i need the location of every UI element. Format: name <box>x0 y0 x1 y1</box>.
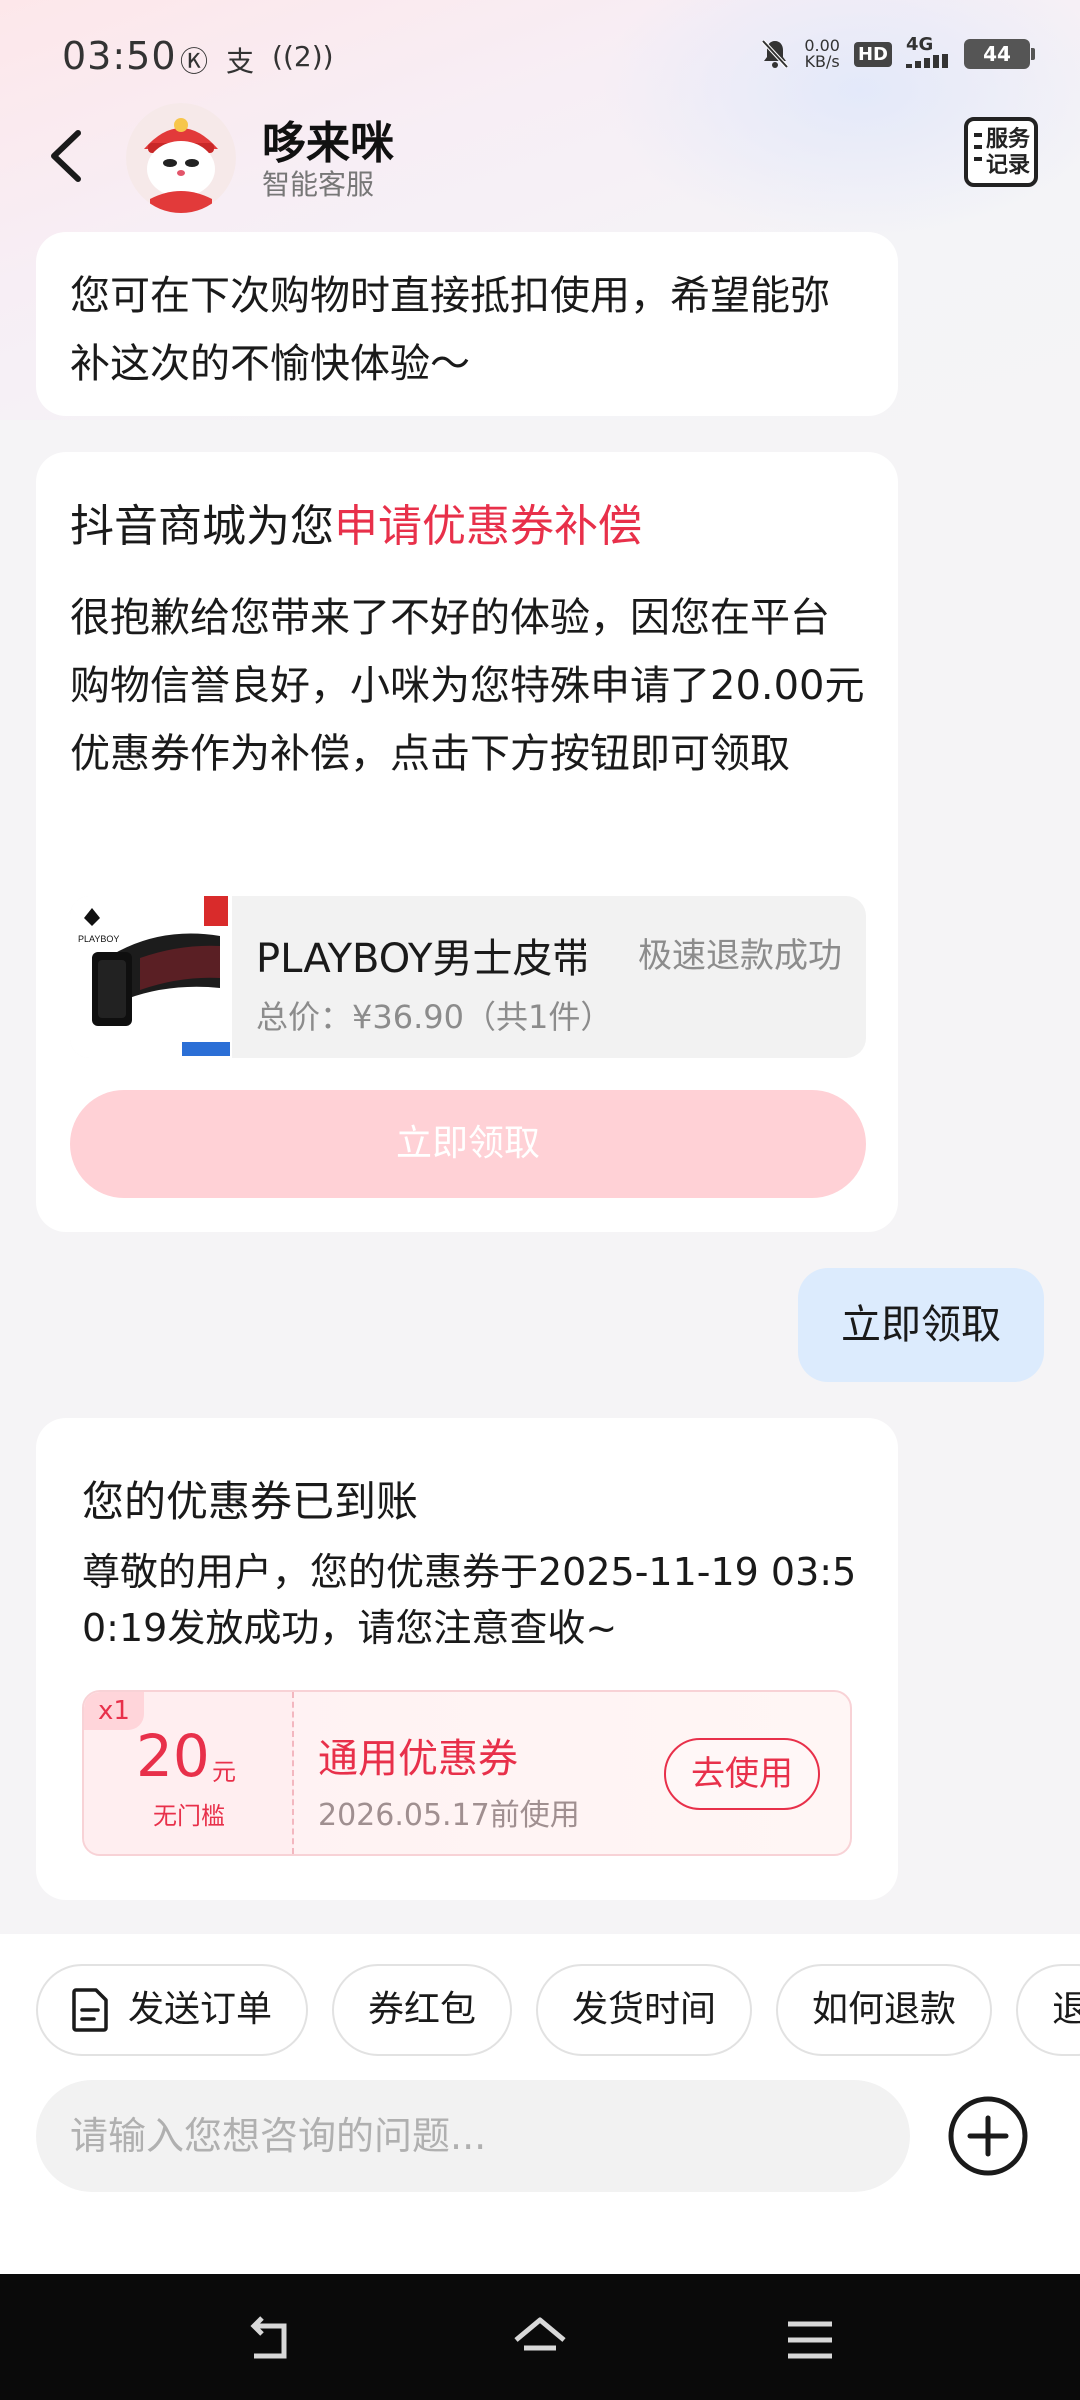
coupon-condition: 无门槛 <box>153 1802 225 1830</box>
chip-send-order[interactable]: 发送订单 <box>36 1964 309 2056</box>
coupon-received-card: 您的优惠券已到账 尊敬的用户，您的优惠券于2025-11-19 03:50:19… <box>36 1418 898 1900</box>
claim-coupon-button[interactable]: 立即领取 <box>70 1090 866 1198</box>
plus-circle-icon <box>948 2096 1028 2176</box>
use-coupon-button[interactable]: 去使用 <box>664 1738 820 1810</box>
coupon-amount: 20 <box>136 1722 210 1790</box>
agent-subtitle: 智能客服 <box>262 168 375 201</box>
menu-icon <box>788 2321 832 2359</box>
bell-mute-icon <box>761 39 789 69</box>
chip-more[interactable]: 退 <box>1016 1964 1080 2056</box>
chip-coupons[interactable]: 券红包 <box>332 1964 513 2056</box>
chip-shipping-time[interactable]: 发货时间 <box>536 1964 753 2056</box>
status-system-icons: 0.00 KB/s HD 4G 44 <box>760 36 1035 72</box>
alipay-icon: 支 <box>226 45 255 78</box>
system-navigation-bar <box>0 2274 1080 2400</box>
system-menu-button[interactable] <box>780 2310 840 2370</box>
svg-text:PLAYBOY: PLAYBOY <box>78 934 119 944</box>
chevron-left-icon <box>51 130 81 182</box>
user-message-bubble: 立即领取 <box>798 1268 1044 1382</box>
message-input-container <box>36 2080 910 2192</box>
system-back-button[interactable] <box>240 2310 300 2370</box>
coupon-ticket[interactable]: x1 20 元 无门槛 通用优惠券 2026.05.17前使用 去使用 <box>82 1690 852 1856</box>
message-input[interactable] <box>36 2080 910 2192</box>
compensation-body: 很抱歉给您带来了不好的体验，因您在平台购物信誉良好，小咪为您特殊申请了20.00… <box>70 595 865 777</box>
product-thumbnail: PLAYBOY <box>70 896 232 1058</box>
list-icon <box>974 133 982 169</box>
battery-icon: 44 <box>964 39 1035 69</box>
signal-icon: 4G <box>906 36 950 72</box>
compensation-title-plain: 抖音商城为您 <box>70 501 334 552</box>
agent-name: 哆来咪 <box>262 118 394 169</box>
net-speed-unit: KB/s <box>804 52 840 71</box>
service-records-button[interactable]: 服务 记录 <box>964 117 1038 187</box>
coupon-value-section: x1 20 元 无门槛 <box>84 1692 294 1854</box>
service-records-label-line2: 记录 <box>986 153 1031 178</box>
coupon-name: 通用优惠券 <box>318 1736 518 1782</box>
service-records-label: 服务 记录 <box>986 127 1030 179</box>
chip-label: 发送订单 <box>128 1989 273 2030</box>
status-notification-icons: Ⓚ 支 ((2)) <box>180 40 334 80</box>
home-icon <box>514 2317 566 2351</box>
chip-how-to-refund[interactable]: 如何退款 <box>776 1964 993 2056</box>
order-card[interactable]: PLAYBOY PLAYBOY男士皮带自动扣 极速退款成功 总价：¥36.90（… <box>70 896 866 1058</box>
chat-header: 哆来咪 智能客服 服务 记录 <box>0 95 1080 215</box>
belt-product-image: PLAYBOY <box>70 896 232 1058</box>
hd-icon: HD <box>853 41 892 67</box>
net-speed: 0.00 KB/s <box>804 38 840 70</box>
back-button[interactable] <box>40 121 100 191</box>
k-app-icon: Ⓚ <box>180 45 209 78</box>
order-product-name: PLAYBOY男士皮带自动扣 <box>256 936 586 982</box>
coupon-received-body: 尊敬的用户，您的优惠券于2025-11-19 03:50:19发放成功，请您注意… <box>82 1550 857 1650</box>
message-text: 您可在下次购物时直接抵扣使用，希望能弥补这次的不愉快体验～ <box>70 273 830 387</box>
coupon-validity: 2026.05.17前使用 <box>318 1798 580 1833</box>
order-status: 极速退款成功 <box>638 936 842 976</box>
network-type: 4G <box>906 34 934 55</box>
agent-message-bubble: 您可在下次购物时直接抵扣使用，希望能弥补这次的不愉快体验～ <box>36 232 898 416</box>
quick-reply-chips: 发送订单 券红包 发货时间 如何退款 退 <box>36 1964 1080 2058</box>
compensation-card: 抖音商城为您申请优惠券补偿 很抱歉给您带来了不好的体验，因您在平台购物信誉良好，… <box>36 452 898 1232</box>
more-actions-button[interactable] <box>946 2094 1030 2178</box>
compensation-title-highlight: 申请优惠券补偿 <box>334 501 642 552</box>
order-total: 总价：¥36.90（共1件） <box>256 998 613 1036</box>
nfc-icon: ((2)) <box>272 40 334 73</box>
service-records-label-line1: 服务 <box>986 127 1031 152</box>
compensation-title: 抖音商城为您申请优惠券补偿 <box>70 490 642 554</box>
agent-avatar[interactable] <box>126 103 236 213</box>
coupon-received-title: 您的优惠券已到账 <box>82 1477 419 1526</box>
signal-bars-icon <box>906 54 948 68</box>
cat-mascot-icon <box>126 103 236 213</box>
coupon-quantity: x1 <box>84 1692 144 1730</box>
bottom-input-panel: 发送订单 券红包 发货时间 如何退款 退 <box>0 1934 1080 2274</box>
document-icon <box>72 1988 108 2032</box>
status-time: 03:50 <box>62 34 177 78</box>
system-home-button[interactable] <box>510 2310 570 2370</box>
back-arrow-icon <box>250 2316 287 2359</box>
coupon-unit: 元 <box>212 1758 236 1786</box>
